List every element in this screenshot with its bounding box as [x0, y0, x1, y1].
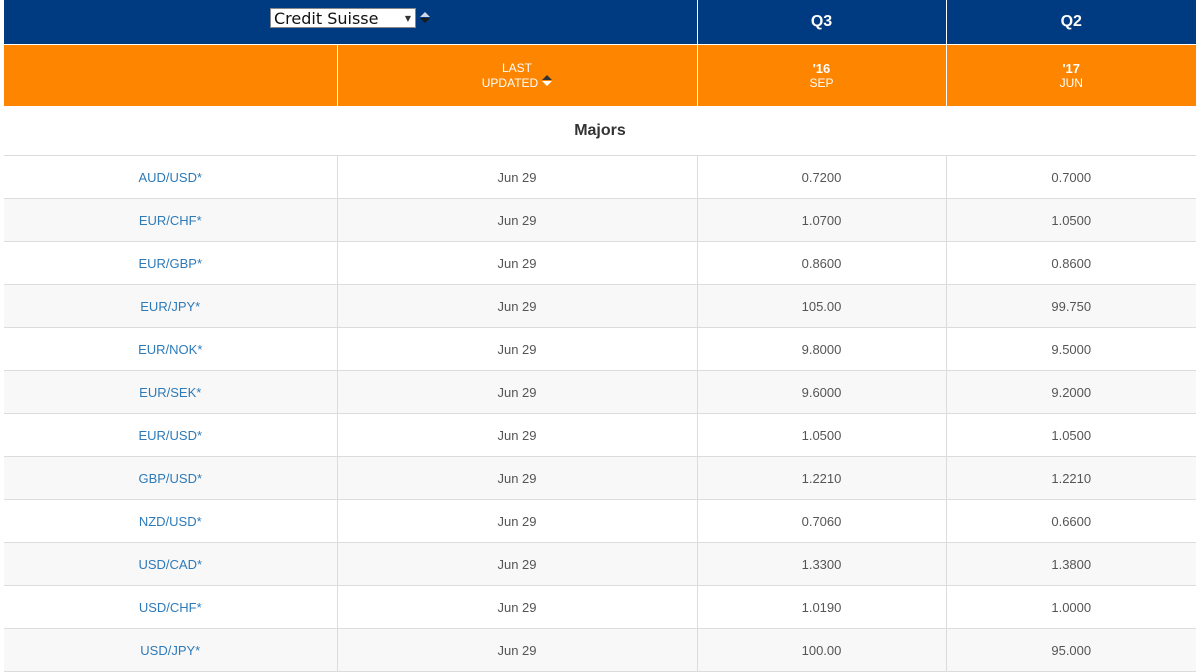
provider-select-wrap: Credit Suisse ▼ [270, 8, 430, 28]
table-row: USD/JPY* Jun 29 100.00 95.000 [4, 628, 1196, 672]
section-header-majors: Majors [4, 106, 1196, 156]
last-updated-cell: Jun 29 [337, 413, 698, 457]
table-row: USD/CHF* Jun 29 1.0190 1.0000 [4, 585, 1196, 629]
pair-link[interactable]: USD/JPY* [140, 643, 200, 658]
q2-forecast-cell: 9.5000 [946, 327, 1196, 371]
q3-forecast-cell: 0.7200 [697, 155, 947, 199]
table-row: EUR/USD* Jun 29 1.0500 1.0500 [4, 413, 1196, 457]
table-row: EUR/NOK* Jun 29 9.8000 9.5000 [4, 327, 1196, 371]
last-updated-cell: Jun 29 [337, 370, 698, 414]
q3-forecast-cell: 1.3300 [697, 542, 947, 586]
table-row: EUR/SEK* Jun 29 9.6000 9.2000 [4, 370, 1196, 414]
pair-cell: USD/JPY* [4, 628, 338, 672]
column-header-q2-date: '17 JUN [946, 44, 1196, 106]
provider-select-value: Credit Suisse [274, 8, 379, 28]
pair-cell: EUR/SEK* [4, 370, 338, 414]
table-row: AUD/USD* Jun 29 0.7200 0.7000 [4, 155, 1196, 199]
pair-cell: EUR/USD* [4, 413, 338, 457]
q3-forecast-cell: 105.00 [697, 284, 947, 328]
q3-forecast-cell: 0.8600 [697, 241, 947, 285]
last-updated-cell: Jun 29 [337, 456, 698, 500]
last-updated-label-line1: LAST [501, 61, 532, 75]
provider-select[interactable]: Credit Suisse ▼ [270, 8, 416, 28]
q2-forecast-cell: 99.750 [946, 284, 1196, 328]
q3-forecast-cell: 1.0190 [697, 585, 947, 629]
last-updated-cell: Jun 29 [337, 542, 698, 586]
pair-link[interactable]: AUD/USD* [138, 170, 202, 185]
q3-month: SEP [809, 75, 834, 90]
pair-link[interactable]: USD/CHF* [139, 600, 202, 615]
last-updated-cell: Jun 29 [337, 628, 698, 672]
header-row-quarters: Q3 Q2 [4, 0, 1196, 45]
pair-header-cell [4, 44, 338, 106]
table-row: EUR/GBP* Jun 29 0.8600 0.8600 [4, 241, 1196, 285]
last-updated-label-line2: UPDATED [481, 76, 539, 90]
pair-link[interactable]: EUR/CHF* [139, 213, 202, 228]
last-updated-cell: Jun 29 [337, 327, 698, 371]
q3-forecast-cell: 9.8000 [697, 327, 947, 371]
q2-forecast-cell: 0.6600 [946, 499, 1196, 543]
pair-link[interactable]: EUR/GBP* [138, 256, 202, 271]
sort-icon[interactable] [420, 12, 430, 24]
pair-link[interactable]: EUR/JPY* [140, 299, 200, 314]
header-row-dates: LAST UPDATED '16 SEP '17 JUN [4, 44, 1196, 106]
pair-cell: EUR/NOK* [4, 327, 338, 371]
q3-forecast-cell: 1.0700 [697, 198, 947, 242]
q2-month: JUN [1059, 75, 1083, 90]
column-header-q3-date: '16 SEP [697, 44, 947, 106]
q3-year: '16 [812, 60, 831, 76]
last-updated-cell: Jun 29 [337, 284, 698, 328]
pair-cell: NZD/USD* [4, 499, 338, 543]
pair-link[interactable]: EUR/SEK* [139, 385, 201, 400]
q3-forecast-cell: 1.2210 [697, 456, 947, 500]
q3-forecast-cell: 9.6000 [697, 370, 947, 414]
pair-cell: EUR/CHF* [4, 198, 338, 242]
last-updated-cell: Jun 29 [337, 198, 698, 242]
q2-forecast-cell: 0.8600 [946, 241, 1196, 285]
pair-cell: EUR/JPY* [4, 284, 338, 328]
table-row: USD/CAD* Jun 29 1.3300 1.3800 [4, 542, 1196, 586]
q3-forecast-cell: 0.7060 [697, 499, 947, 543]
q2-year: '17 [1062, 60, 1081, 76]
pair-link[interactable]: GBP/USD* [138, 471, 202, 486]
sort-icon[interactable] [542, 75, 553, 87]
pair-cell: GBP/USD* [4, 456, 338, 500]
last-updated-cell: Jun 29 [337, 499, 698, 543]
q3-forecast-cell: 1.0500 [697, 413, 947, 457]
q2-forecast-cell: 1.0500 [946, 413, 1196, 457]
column-header-q3[interactable]: Q3 [697, 0, 947, 45]
last-updated-cell: Jun 29 [337, 585, 698, 629]
q2-forecast-cell: 0.7000 [946, 155, 1196, 199]
pair-cell: AUD/USD* [4, 155, 338, 199]
q2-forecast-cell: 1.2210 [946, 456, 1196, 500]
table-row: EUR/JPY* Jun 29 105.00 99.750 [4, 284, 1196, 328]
column-header-last-updated[interactable]: LAST UPDATED [337, 44, 698, 106]
pair-link[interactable]: USD/CAD* [138, 557, 202, 572]
pair-link[interactable]: NZD/USD* [139, 514, 202, 529]
section-title: Majors [4, 106, 1196, 156]
column-header-q2[interactable]: Q2 [946, 0, 1196, 45]
pair-cell: EUR/GBP* [4, 241, 338, 285]
table-row: NZD/USD* Jun 29 0.7060 0.6600 [4, 499, 1196, 543]
chevron-down-icon: ▼ [404, 13, 411, 23]
q2-forecast-cell: 95.000 [946, 628, 1196, 672]
q3-forecast-cell: 100.00 [697, 628, 947, 672]
last-updated-label-line2-wrap: UPDATED [338, 75, 697, 90]
q2-forecast-cell: 1.0000 [946, 585, 1196, 629]
table-row: GBP/USD* Jun 29 1.2210 1.2210 [4, 456, 1196, 500]
q2-forecast-cell: 1.0500 [946, 198, 1196, 242]
q2-forecast-cell: 1.3800 [946, 542, 1196, 586]
pair-link[interactable]: EUR/USD* [138, 428, 202, 443]
last-updated-cell: Jun 29 [337, 155, 698, 199]
fx-forecast-table: Q3 Q2 LAST UPDATED '16 SEP '17 JUN Major… [4, 0, 1196, 672]
pair-cell: USD/CAD* [4, 542, 338, 586]
q2-forecast-cell: 9.2000 [946, 370, 1196, 414]
table-row: EUR/CHF* Jun 29 1.0700 1.0500 [4, 198, 1196, 242]
pair-cell: USD/CHF* [4, 585, 338, 629]
last-updated-cell: Jun 29 [337, 241, 698, 285]
forecast-table-container: Q3 Q2 LAST UPDATED '16 SEP '17 JUN Major… [4, 0, 1196, 672]
pair-link[interactable]: EUR/NOK* [138, 342, 202, 357]
